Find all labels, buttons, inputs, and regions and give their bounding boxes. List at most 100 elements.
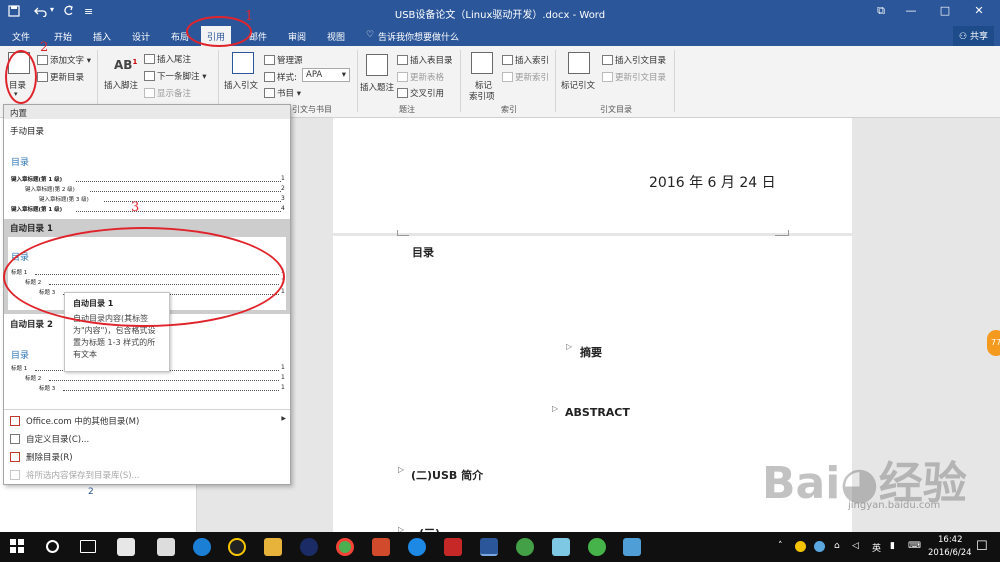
show-notes-button[interactable]: 显示备注: [144, 87, 191, 99]
tab-review[interactable]: 审阅: [288, 30, 306, 43]
annotation-oval-auto-toc: [3, 227, 285, 327]
add-text-icon: [37, 55, 48, 65]
network-icon[interactable]: ⌂: [834, 541, 840, 551]
menu-item-save-selection[interactable]: 将所选内容保存到目录库(S)...: [10, 469, 140, 481]
divider: [218, 50, 219, 112]
tab-home[interactable]: 开始: [54, 30, 72, 43]
vertical-scrollbar[interactable]: [985, 118, 1000, 532]
update-index-button[interactable]: 更新索引: [502, 71, 549, 83]
style-icon: [264, 72, 275, 82]
store-icon[interactable]: [157, 538, 175, 556]
mark-citation-button[interactable]: 标记引文: [561, 79, 595, 91]
tray-expand-icon[interactable]: ˄: [778, 541, 783, 551]
tab-view[interactable]: 视图: [327, 30, 345, 43]
battery-icon[interactable]: ▮: [890, 541, 895, 551]
toc-option-manual[interactable]: 手动目录 目录 键入章标题(第 1 级) 1 键入章标题(第 2 级) 2 键入…: [4, 120, 290, 218]
group-label-toa: 引文目录: [600, 105, 632, 114]
preview-title: 目录: [11, 351, 30, 361]
input-language[interactable]: 英: [872, 541, 881, 554]
eclipse-icon[interactable]: [300, 538, 318, 556]
wechat-icon[interactable]: [588, 538, 606, 556]
app-icon[interactable]: [552, 538, 570, 556]
sync-icon[interactable]: [516, 538, 534, 556]
cortana-icon[interactable]: [46, 540, 59, 553]
gallery-section-header: 内置: [4, 105, 290, 119]
maximize-icon[interactable]: □: [930, 4, 960, 17]
chrome-icon[interactable]: [336, 538, 354, 556]
bibliography-button[interactable]: 书目 ▾: [264, 87, 301, 99]
mark-citation-icon[interactable]: [568, 52, 590, 74]
side-badge[interactable]: 77: [987, 330, 1000, 356]
insert-footnote-button[interactable]: 插入脚注: [104, 79, 138, 91]
insert-toa-button[interactable]: 插入引文目录: [602, 54, 666, 66]
clock-date[interactable]: 2016/6/24: [928, 548, 972, 558]
menu-item-more-toc[interactable]: Office.com 中的其他目录(M) ▶: [10, 415, 286, 427]
volume-icon[interactable]: ◁: [852, 541, 859, 551]
ribbon-tabs: 文件 开始 插入 设计 布局 引用 邮件 审阅 视图 ♡ 告诉我你想要做什么 ⚇…: [0, 26, 1000, 46]
share-button[interactable]: ⚇ 共享: [953, 26, 994, 46]
tray-app-icon[interactable]: [814, 541, 825, 552]
clock-time[interactable]: 16:42: [938, 535, 963, 545]
bibliography-icon: [264, 88, 275, 98]
divider: [674, 50, 675, 112]
preview-line: 键入章标题(第 1 级): [11, 177, 63, 183]
insert-index-button[interactable]: 插入索引: [502, 54, 549, 66]
preview-line: 标题 1: [11, 366, 28, 372]
ribbon-display-icon[interactable]: ⧉: [866, 4, 896, 18]
submenu-arrow-icon: ▶: [281, 415, 286, 422]
update-toc-button[interactable]: 更新目录: [37, 71, 84, 83]
insert-citation-button[interactable]: 插入引文: [224, 79, 258, 91]
kugou-icon[interactable]: [193, 538, 211, 556]
document-page[interactable]: 2016 年 6 月 24 日: [333, 118, 852, 233]
preview-page: 4: [281, 205, 285, 212]
close-icon[interactable]: ✕: [964, 4, 994, 17]
divider: [555, 50, 556, 112]
footnote-icon[interactable]: AB1: [114, 58, 137, 72]
collapse-icon[interactable]: ▷: [552, 404, 558, 413]
menu-item-remove-toc[interactable]: 删除目录(R): [10, 451, 73, 463]
divider: [357, 50, 358, 112]
option-title: 自动目录 2: [10, 320, 53, 330]
mark-entry-icon[interactable]: [471, 52, 493, 74]
keyboard-icon[interactable]: ⌨: [908, 541, 921, 551]
tell-me-search[interactable]: 告诉我你想要做什么: [378, 30, 459, 43]
app-icon[interactable]: [372, 538, 390, 556]
insert-caption-icon[interactable]: [366, 54, 388, 76]
video-player-icon[interactable]: [408, 538, 426, 556]
tab-file[interactable]: 文件: [12, 30, 30, 43]
next-footnote-button[interactable]: 下一条脚注 ▾: [144, 70, 206, 82]
notification-icon[interactable]: ☐: [976, 539, 988, 554]
minimize-icon[interactable]: —: [896, 4, 926, 17]
manage-sources-icon: [264, 55, 275, 65]
style-select[interactable]: APA ▾: [302, 68, 350, 82]
tab-design[interactable]: 设计: [132, 30, 150, 43]
update-toa-button[interactable]: 更新引文目录: [602, 71, 666, 83]
update-table-button[interactable]: 更新表格: [397, 71, 444, 83]
pdf-icon[interactable]: [444, 538, 462, 556]
task-view-icon[interactable]: [80, 540, 96, 553]
insert-endnote-button[interactable]: 插入尾注: [144, 53, 191, 65]
page-number: 2: [88, 487, 94, 497]
manage-sources-button[interactable]: 管理源: [264, 54, 303, 66]
style-label: 样式:: [264, 71, 297, 83]
photos-icon[interactable]: [623, 538, 641, 556]
word-icon[interactable]: [480, 538, 498, 556]
start-icon[interactable]: [10, 539, 24, 553]
tab-insert[interactable]: 插入: [93, 30, 111, 43]
add-text-button[interactable]: 添加文字 ▾: [37, 54, 91, 66]
person-icon: ⚇: [959, 32, 970, 42]
cross-reference-button[interactable]: 交叉引用: [397, 87, 444, 99]
app-icon[interactable]: [117, 538, 135, 556]
file-explorer-icon[interactable]: [264, 538, 282, 556]
insert-caption-button[interactable]: 插入题注: [360, 81, 394, 93]
insert-table-of-figures-button[interactable]: 插入表目录: [397, 54, 453, 66]
option-title: 自动目录 1: [10, 224, 53, 234]
qq-icon[interactable]: [228, 538, 246, 556]
window-title: USB设备论文（Linux驱动开发）.docx - Word: [394, 10, 606, 21]
insert-citation-icon[interactable]: [232, 52, 254, 74]
lightbulb-icon: ♡: [366, 30, 375, 40]
collapse-icon[interactable]: ▷: [566, 342, 572, 351]
collapse-icon[interactable]: ▷: [398, 465, 404, 474]
menu-item-custom-toc[interactable]: 自定义目录(C)...: [10, 433, 89, 445]
tray-app-icon[interactable]: [795, 541, 806, 552]
